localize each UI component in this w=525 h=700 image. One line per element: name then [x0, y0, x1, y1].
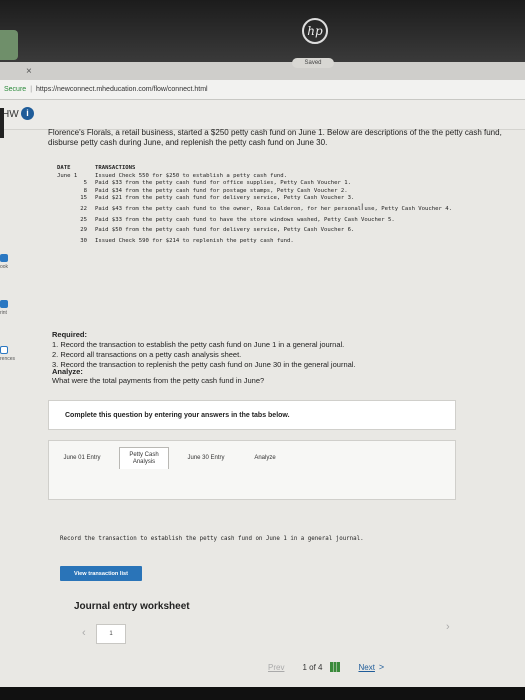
device-bezel-top: hp [0, 0, 525, 62]
table-row: 22 Paid $43 from the petty cash fund to … [57, 206, 480, 214]
worksheet-page-box[interactable]: 1 [96, 624, 126, 644]
row-text: Paid $33 from the petty cash fund for of… [95, 180, 351, 187]
tab-june-01-entry[interactable]: June 01 Entry [57, 447, 107, 469]
tab-analyze[interactable]: Analyze [245, 447, 285, 469]
question-footer-nav: Prev 1 of 4 Next > [268, 662, 384, 672]
tab-petty-cash-analysis[interactable]: Petty Cash Analysis [119, 447, 169, 469]
row-date: 30 [80, 237, 87, 244]
grid-icon[interactable] [330, 662, 341, 672]
saved-status-badge: Saved [292, 58, 334, 68]
worksheet-prev-icon[interactable]: ‹ [82, 627, 86, 639]
date-header: DATE [57, 165, 71, 171]
row-date: June 1 [57, 172, 78, 179]
secure-label: Secure [4, 86, 27, 93]
row-date: 5 [83, 180, 87, 187]
row-text: Paid $21 from the petty cash fund for de… [95, 195, 355, 202]
row-date: 22 [80, 205, 87, 212]
required-title: Required: [52, 330, 88, 339]
taskbar-corner [0, 30, 18, 60]
complete-prompt: Complete this question by entering your … [48, 400, 456, 430]
app-header: HW i [0, 100, 525, 130]
row-text: Paid $50 from the petty cash fund for de… [95, 227, 355, 234]
table-row: 29 Paid $50 from the petty cash fund for… [57, 227, 480, 235]
print-icon[interactable] [0, 300, 8, 308]
address-bar[interactable]: Secure | https://newconnect.mheducation.… [0, 80, 525, 100]
required-section: Required: 1. Record the transaction to e… [52, 330, 356, 370]
row-date: 8 [83, 187, 87, 194]
row-text: Issued Check 590 for $214 to replenish t… [95, 237, 294, 244]
worksheet-next-icon[interactable]: › [446, 621, 450, 633]
table-row: 15 Paid $21 from the petty cash fund for… [57, 195, 480, 203]
sidebar-item-print[interactable]: rint [0, 310, 7, 316]
hw-label: HW [2, 109, 19, 120]
references-icon[interactable] [0, 346, 8, 354]
row-date: 25 [80, 216, 87, 223]
sidebar-active-marker [0, 108, 4, 138]
tab-june-30-entry[interactable]: June 30 Entry [177, 447, 235, 469]
tab-instruction: Record the transaction to establish the … [60, 536, 364, 542]
transactions-table: DATE TRANSACTIONS June 1 Issued Check 55… [57, 165, 480, 245]
table-row: 25 Paid $33 from the petty cash fund to … [57, 217, 480, 225]
next-link[interactable]: Next [358, 663, 374, 672]
row-text: Issued Check 550 for $250 to establish a… [95, 172, 287, 179]
browser-tab-bar: × [0, 62, 525, 80]
ebook-icon[interactable] [0, 254, 8, 262]
table-row: 8 Paid $34 from the petty cash fund for … [57, 188, 480, 196]
table-row: 30 Issued Check 590 for $214 to replenis… [57, 238, 480, 246]
table-header: DATE TRANSACTIONS [57, 165, 480, 173]
prev-link[interactable]: Prev [268, 663, 284, 672]
analyze-text: What were the total payments from the pe… [52, 376, 265, 385]
info-icon[interactable]: i [21, 107, 34, 120]
close-tab-icon[interactable]: × [26, 66, 32, 77]
row-date: 29 [80, 227, 87, 234]
row-text: Paid $43 from the petty cash fund to the… [95, 205, 452, 212]
next-arrow-icon[interactable]: > [379, 662, 384, 672]
address-separator: | [30, 86, 33, 93]
row-date: 15 [80, 195, 87, 202]
page-count: 1 of 4 [302, 662, 323, 672]
analyze-section: Analyze: What were the total payments fr… [52, 367, 264, 385]
required-item: 2. Record all transactions on a petty ca… [52, 350, 242, 359]
row-text: Paid $33 from the petty cash fund to hav… [95, 216, 395, 223]
view-transaction-list-button[interactable]: View transaction list [60, 566, 142, 581]
sidebar-item-references[interactable]: rences [0, 356, 15, 362]
table-row: June 1 Issued Check 550 for $250 to esta… [57, 173, 480, 181]
question-intro: Florence's Florals, a retail business, s… [48, 128, 502, 147]
transactions-header: TRANSACTIONS [95, 165, 136, 171]
answer-tabs-area: June 01 Entry Petty Cash Analysis June 3… [48, 440, 456, 500]
worksheet-title: Journal entry worksheet [74, 601, 190, 612]
url-text[interactable]: https://newconnect.mheducation.com/flow/… [36, 86, 208, 93]
device-bezel-bottom [0, 687, 525, 700]
table-row: 5 Paid $33 from the petty cash fund for … [57, 180, 480, 188]
analyze-title: Analyze: [52, 367, 83, 376]
row-text: Paid $34 from the petty cash fund for po… [95, 187, 348, 194]
sidebar-item-ebook[interactable]: ook [0, 264, 8, 270]
hp-logo: hp [302, 18, 328, 44]
required-item: 1. Record the transaction to establish t… [52, 340, 345, 349]
